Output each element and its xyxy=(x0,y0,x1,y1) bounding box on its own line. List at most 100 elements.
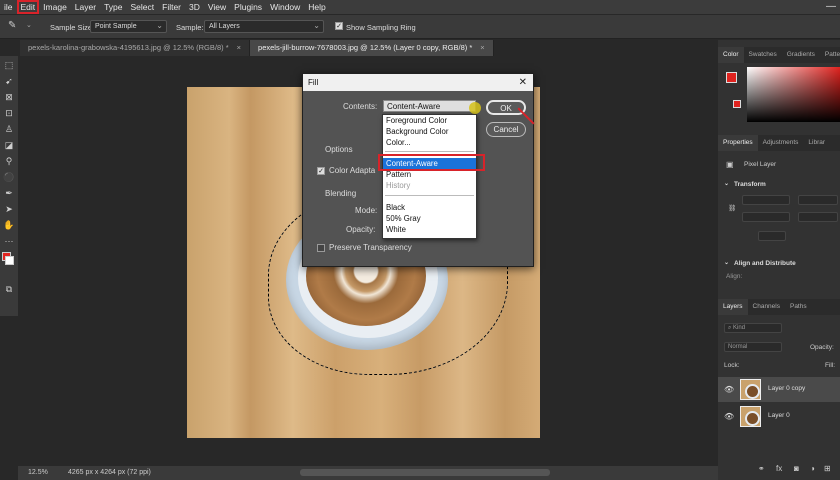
sample-select[interactable]: All Layers ⌄ xyxy=(204,20,324,33)
preserve-transparency-checkbox[interactable] xyxy=(317,244,325,252)
horizontal-scrollbar[interactable] xyxy=(300,469,550,476)
option-color[interactable]: Color... xyxy=(383,137,476,148)
tab-libraries[interactable]: Librar xyxy=(803,135,830,151)
tab-properties[interactable]: Properties xyxy=(718,135,758,151)
frame-tool-icon[interactable]: ⊡ xyxy=(3,108,15,119)
option-white[interactable]: White xyxy=(383,224,476,235)
x-field[interactable] xyxy=(798,195,838,205)
marquee-tool-icon[interactable]: ⬚ xyxy=(3,60,15,71)
height-field[interactable] xyxy=(742,212,790,222)
close-icon[interactable]: × xyxy=(237,43,241,52)
chevron-down-icon[interactable]: ⌄ xyxy=(26,21,32,29)
tab-swatches[interactable]: Swatches xyxy=(744,47,782,63)
right-panels: Color Swatches Gradients Patte Propertie… xyxy=(718,40,840,480)
tab-paths[interactable]: Paths xyxy=(785,299,812,315)
chevron-down-icon[interactable]: ⌄ xyxy=(724,259,729,266)
y-field[interactable] xyxy=(798,212,838,222)
hand-tool-icon[interactable]: ✋ xyxy=(3,220,15,231)
lasso-tool-icon[interactable]: ➹ xyxy=(3,76,15,87)
fill-dialog: Fill ✕ Contents: Content-Aware OK Cancel… xyxy=(302,73,534,267)
blend-mode-select[interactable]: Normal xyxy=(724,342,782,352)
mask-icon[interactable]: ◙ xyxy=(794,464,799,473)
sample-size-select[interactable]: Point Sample ⌄ xyxy=(90,20,167,33)
option-background-color[interactable]: Background Color xyxy=(383,126,476,137)
more-tools-icon[interactable]: ··· xyxy=(3,236,15,247)
angle-field[interactable] xyxy=(758,231,786,241)
tab-channels[interactable]: Channels xyxy=(748,299,785,315)
menu-select[interactable]: Select xyxy=(127,0,159,14)
eye-icon[interactable]: 👁 xyxy=(724,385,734,394)
menu-image[interactable]: Image xyxy=(39,0,71,14)
eraser-tool-icon[interactable]: ◪ xyxy=(3,140,15,151)
tab-document-1[interactable]: pexels-karolina-grabowska-4195613.jpg @ … xyxy=(20,40,251,56)
menu-type[interactable]: Type xyxy=(100,0,126,14)
cancel-button[interactable]: Cancel xyxy=(486,122,526,137)
tab-layers[interactable]: Layers xyxy=(718,299,748,315)
menu-view[interactable]: View xyxy=(204,0,230,14)
width-field[interactable] xyxy=(742,195,790,205)
window-controls: — xyxy=(826,1,836,12)
option-black[interactable]: Black xyxy=(383,202,476,213)
chevron-down-icon[interactable]: ⌄ xyxy=(724,180,729,187)
mode-label: Mode: xyxy=(355,206,378,215)
foreground-color-swatch[interactable] xyxy=(726,72,737,83)
eye-icon[interactable]: 👁 xyxy=(724,412,734,421)
background-color-swatch[interactable] xyxy=(733,100,741,108)
tools-panel: ⬚ ➹ ⊠ ⊡ ♙ ◪ ⚲ ⚫ ✒ ➤ ✋ ··· ⧉ xyxy=(0,56,18,316)
opacity-label: Opacity: xyxy=(810,344,834,351)
menu-edit[interactable]: Edit xyxy=(16,0,40,14)
blend-mode-value: Normal xyxy=(728,344,748,350)
eyedropper-icon[interactable]: ✎ xyxy=(8,20,16,31)
separator xyxy=(385,151,474,152)
menu-help[interactable]: Help xyxy=(304,0,329,14)
option-foreground-color[interactable]: Foreground Color xyxy=(383,115,476,126)
pen-tool-icon[interactable]: ✒ xyxy=(3,188,15,199)
layer-name: Layer 0 xyxy=(768,412,790,419)
contents-select[interactable]: Content-Aware xyxy=(383,100,476,112)
menu-plugins[interactable]: Plugins xyxy=(230,0,266,14)
fx-icon[interactable]: fx xyxy=(776,464,782,473)
fill-label: Fill: xyxy=(825,362,836,369)
layer-thumbnail xyxy=(740,406,761,427)
menu-bar: ile Edit Image Layer Type Select Filter … xyxy=(0,0,840,14)
path-selection-icon[interactable]: ➤ xyxy=(3,204,15,215)
sample-size-label: Sample Size: xyxy=(50,23,95,32)
option-50-gray[interactable]: 50% Gray xyxy=(383,213,476,224)
close-icon[interactable]: ✕ xyxy=(519,74,527,91)
color-picker-field[interactable] xyxy=(747,67,840,122)
tab-document-2[interactable]: pexels-jill-burrow-7678003.jpg @ 12.5% (… xyxy=(250,40,494,56)
layer-row-layer-0[interactable]: 👁 Layer 0 xyxy=(718,404,840,429)
ok-button[interactable]: OK xyxy=(486,100,526,115)
menu-layer[interactable]: Layer xyxy=(71,0,100,14)
tab-label: pexels-karolina-grabowska-4195613.jpg @ … xyxy=(28,43,229,52)
link-icon[interactable]: ⛓ xyxy=(728,204,736,212)
layer-filter-kind[interactable]: ⌕ Kind xyxy=(724,323,782,333)
tab-adjustments[interactable]: Adjustments xyxy=(758,135,804,151)
stamp-tool-icon[interactable]: ♙ xyxy=(3,124,15,135)
zoom-level[interactable]: 12.5% xyxy=(28,469,48,476)
minimize-icon[interactable]: — xyxy=(826,1,836,12)
menu-filter[interactable]: Filter xyxy=(158,0,185,14)
background-color-swatch[interactable] xyxy=(5,256,14,265)
tab-gradients[interactable]: Gradients xyxy=(782,47,820,63)
close-icon[interactable]: × xyxy=(480,43,484,52)
menu-file[interactable]: ile xyxy=(0,0,17,14)
color-adaptation-checkbox[interactable]: ✓ xyxy=(317,167,325,175)
tab-color[interactable]: Color xyxy=(718,47,744,63)
menu-window[interactable]: Window xyxy=(266,0,304,14)
crop-tool-icon[interactable]: ⊠ xyxy=(3,92,15,103)
show-ring-checkbox[interactable]: ✓ xyxy=(335,22,343,30)
separator xyxy=(385,195,474,196)
document-info[interactable]: 4265 px x 4264 px (72 ppi) xyxy=(68,469,151,476)
mouse-cursor-icon xyxy=(469,102,481,114)
preserve-transparency-label: Preserve Transparency xyxy=(329,243,412,252)
adjustment-layer-icon[interactable]: ◑ xyxy=(810,464,815,473)
screen-mode-icon[interactable]: ⧉ xyxy=(3,284,15,295)
menu-3d[interactable]: 3D xyxy=(185,0,204,14)
new-layer-icon[interactable]: ⊞ xyxy=(824,464,831,473)
layer-row-layer-0-copy[interactable]: 👁 Layer 0 copy xyxy=(718,377,840,402)
tab-patterns[interactable]: Patte xyxy=(820,47,840,63)
dodge-tool-icon[interactable]: ⚫ xyxy=(3,172,15,183)
blur-tool-icon[interactable]: ⚲ xyxy=(3,156,15,167)
link-layers-icon[interactable]: ⚭ xyxy=(758,464,765,473)
